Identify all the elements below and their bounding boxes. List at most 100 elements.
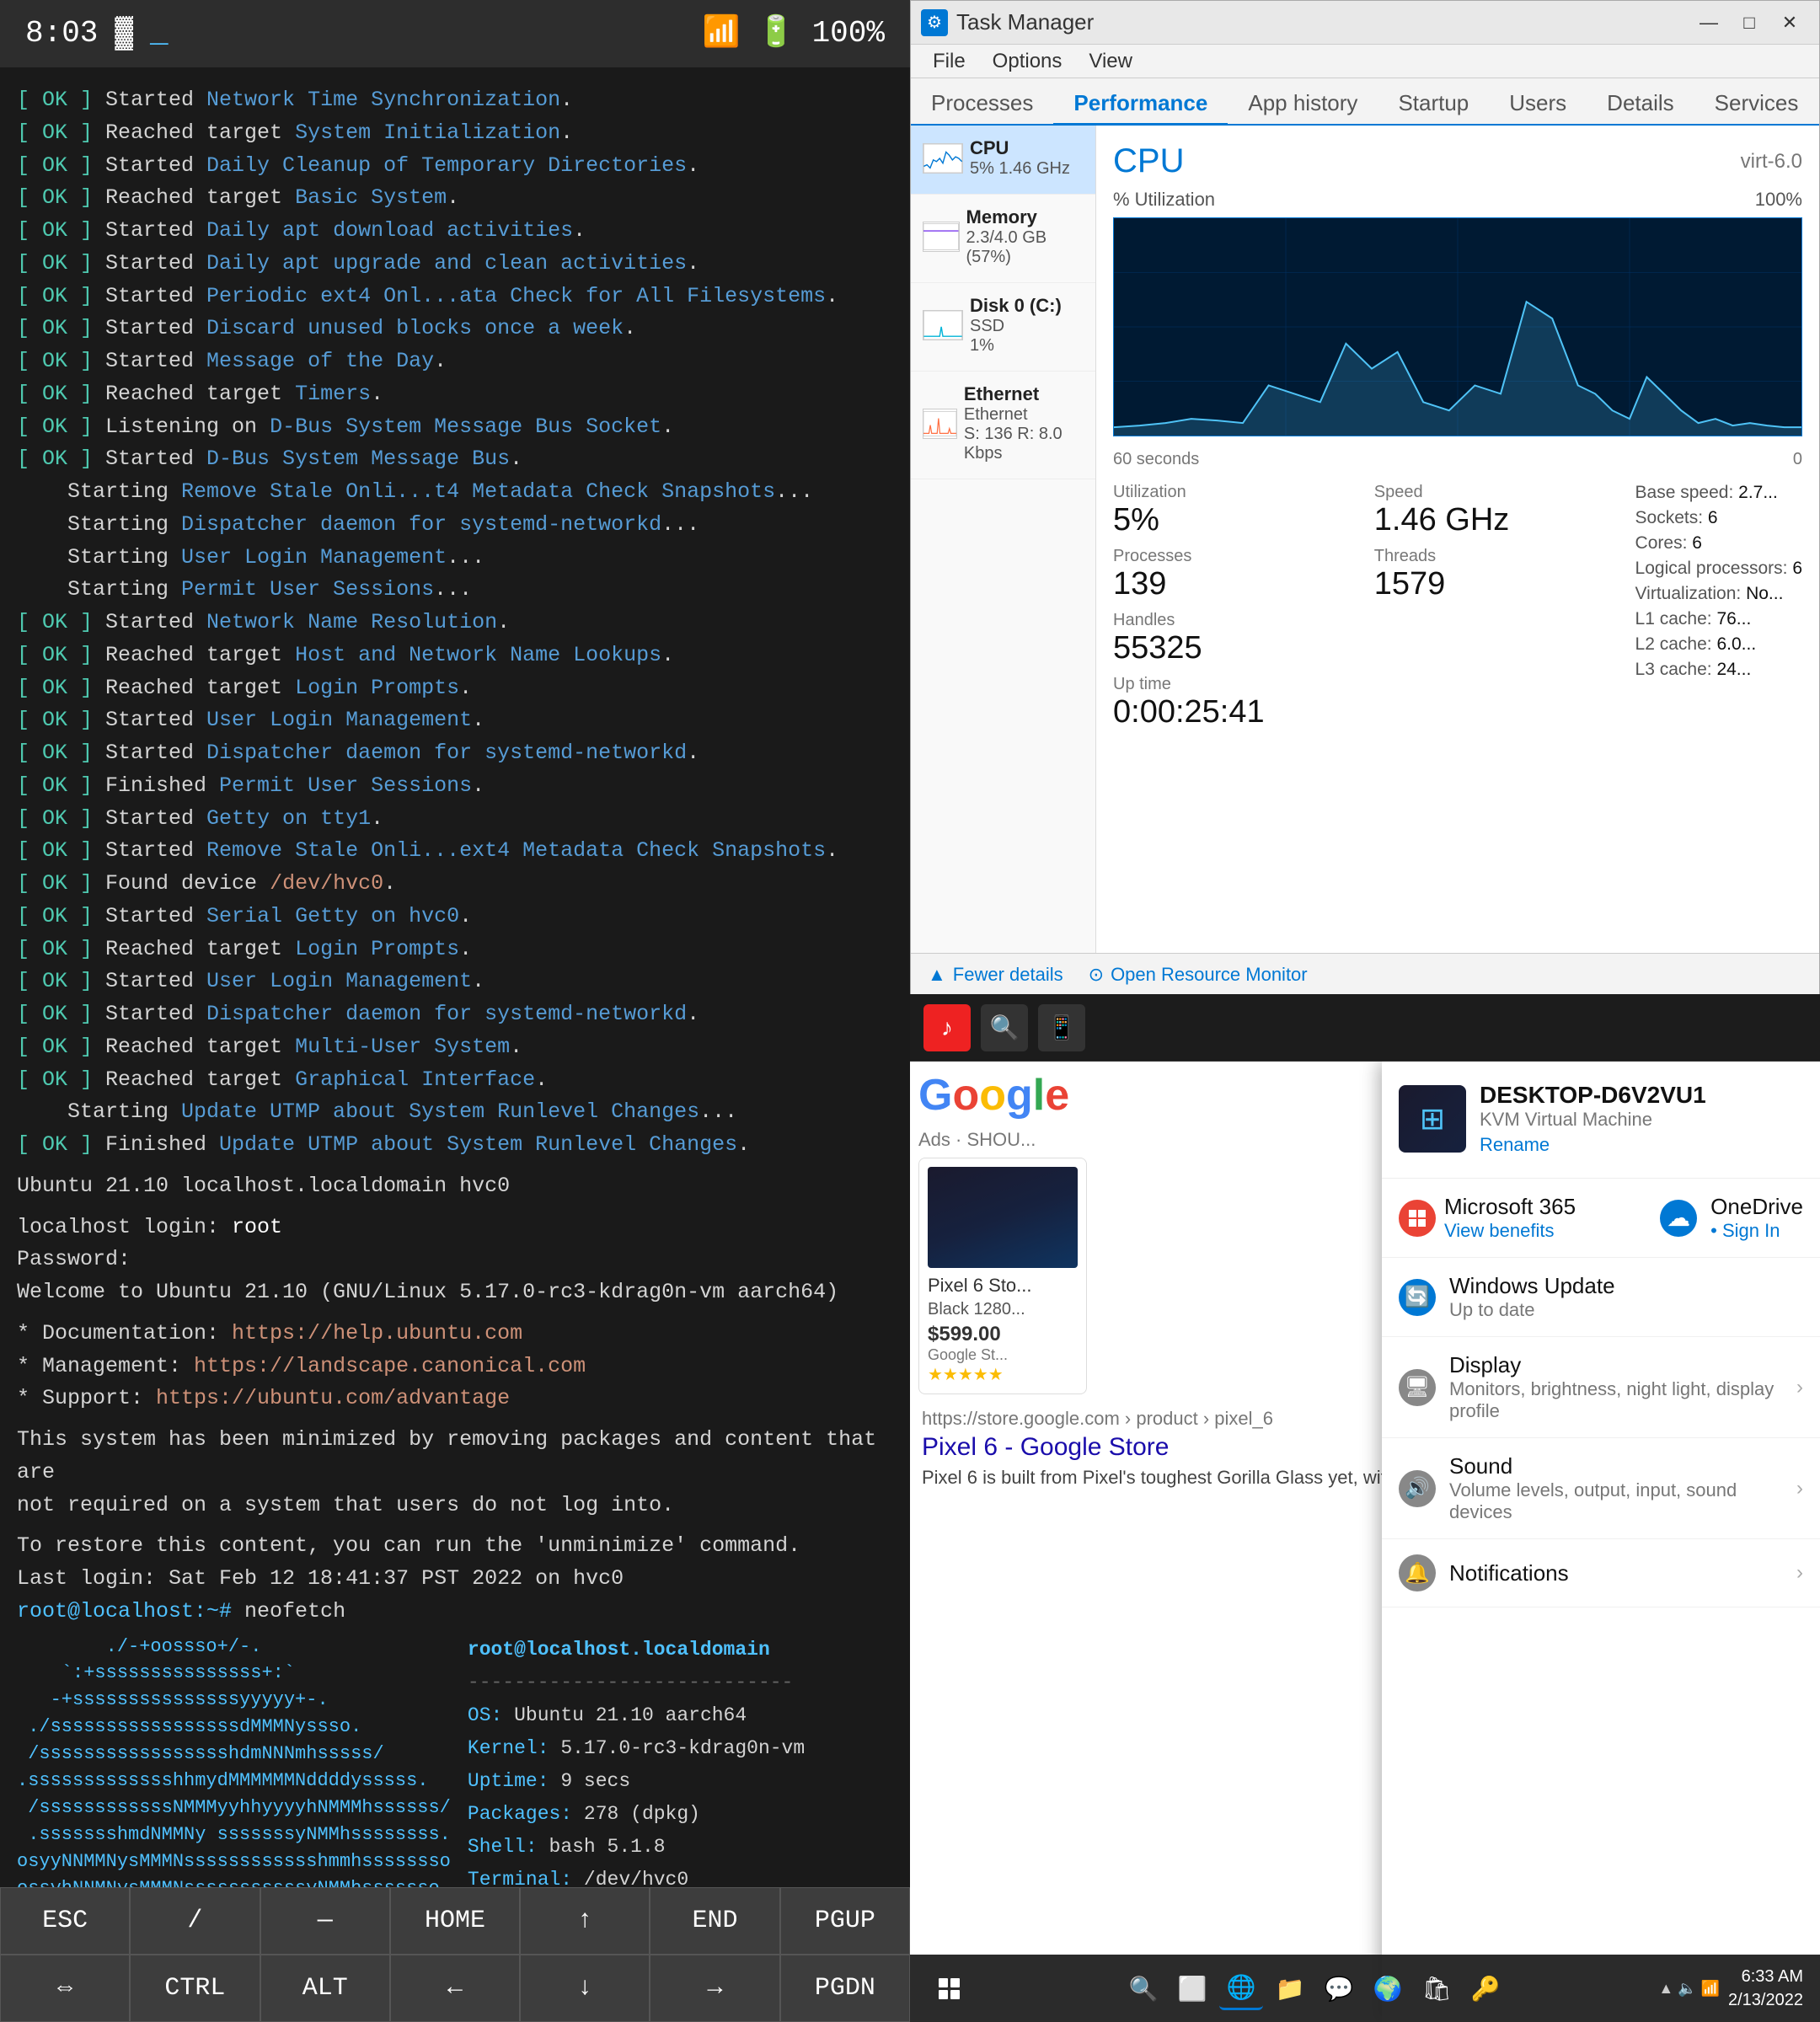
tm-window-title: Task Manager — [956, 9, 1094, 35]
settings-item-ms365[interactable]: Microsoft 365 View benefits ☁ OneDrive •… — [1382, 1179, 1820, 1258]
device-thumbnail: ⊞ — [1399, 1085, 1466, 1153]
key-row-1: ESC / — HOME ↑ END PGUP — [0, 1887, 910, 1955]
tab-app-history[interactable]: App history — [1228, 83, 1378, 126]
taskbar-edge-button[interactable]: 🌐 — [1219, 1966, 1263, 2010]
winupdate-title: Windows Update — [1449, 1273, 1803, 1299]
key-pgdn[interactable]: PGDN — [780, 1955, 910, 2022]
key-up[interactable]: ↑ — [520, 1887, 650, 1955]
tab-startup[interactable]: Startup — [1378, 83, 1489, 126]
key-right[interactable]: → — [650, 1955, 779, 2022]
tab-details[interactable]: Details — [1587, 83, 1694, 126]
tab-performance[interactable]: Performance — [1053, 83, 1228, 126]
tm-window-controls: — □ ✕ — [1689, 9, 1809, 36]
device-info: ⊞ DESKTOP-D6V2VU1 KVM Virtual Machine Re… — [1399, 1082, 1803, 1156]
product-card-pixel[interactable]: Pixel 6 Sto... Black 1280... $599.00 Goo… — [918, 1158, 1087, 1394]
key-dash[interactable]: — — [260, 1887, 390, 1955]
key-ctrl[interactable]: CTRL — [130, 1955, 260, 2022]
stat-handles: Handles 55325 — [1113, 611, 1357, 666]
key-slash[interactable]: / — [130, 1887, 260, 1955]
key-alt[interactable]: ALT — [260, 1955, 390, 2022]
key-down[interactable]: ↓ — [520, 1955, 650, 2022]
log-line: [ OK ] Finished Permit User Sessions. — [17, 770, 893, 803]
settings-item-display[interactable]: 🖥 Display Monitors, brightness, night li… — [1382, 1337, 1820, 1438]
terminal-panel: 8:03 ▓ _ 📶 🔋 100% [ OK ] Started Network… — [0, 0, 910, 2022]
sidebar-cpu-label: CPU — [970, 137, 1070, 159]
hostname-line: Ubuntu 21.10 localhost.localdomain hvc0 — [17, 1170, 893, 1203]
fewer-details-label: Fewer details — [953, 964, 1063, 986]
key-pgup[interactable]: PGUP — [780, 1887, 910, 1955]
win-start-button[interactable] — [927, 1966, 971, 2010]
doc-line: * Documentation: https://help.ubuntu.com — [17, 1318, 893, 1351]
taskbar-search-icon[interactable]: 🔍 — [981, 1004, 1028, 1051]
nf-sep: ---------------------------- — [468, 1666, 805, 1699]
stat-sockets: Sockets: 6 — [1635, 508, 1802, 528]
tm-sidebar: CPU 5% 1.46 GHz Memory 2.3 — [911, 126, 1096, 953]
terminal-indicator: ▓ — [115, 11, 133, 56]
taskbar-teams-button[interactable]: 💬 — [1317, 1966, 1361, 2010]
tab-services[interactable]: Services — [1694, 83, 1819, 126]
product-store: Google St... — [928, 1346, 1078, 1364]
tm-close-button[interactable]: ✕ — [1770, 9, 1809, 36]
taskbar-system-tray: ▲ 🔈 📶 — [1658, 1980, 1720, 1998]
key-row-2: ⇔ CTRL ALT ← ↓ → PGDN — [0, 1955, 910, 2022]
sidebar-ethernet-speed: S: 136 R: 8.0 Kbps — [964, 425, 1084, 463]
stat-speed: Speed 1.46 GHz — [1374, 483, 1619, 538]
settings-item-notifications[interactable]: 🔔 Notifications › — [1382, 1539, 1820, 1607]
status-bar: 8:03 ▓ _ 📶 🔋 100% — [0, 0, 910, 67]
stat-uptime-value: 0:00:25:41 — [1113, 694, 1619, 730]
rename-button[interactable]: Rename — [1480, 1134, 1706, 1156]
tm-menu-options[interactable]: Options — [979, 45, 1076, 78]
tm-maximize-button[interactable]: □ — [1730, 9, 1769, 36]
key-home[interactable]: HOME — [390, 1887, 520, 1955]
onedrive-icon: ☁ — [1660, 1200, 1697, 1237]
cpu-chart-time-label: 60 seconds — [1113, 450, 1199, 469]
taskbar-time: 6:33 AM — [1728, 1965, 1803, 1988]
key-esc[interactable]: ESC — [0, 1887, 130, 1955]
key-end[interactable]: END — [650, 1887, 779, 1955]
taskbar-store-button[interactable]: 🛍 — [1415, 1966, 1459, 2010]
taskbar-clock: 6:33 AM 2/13/2022 — [1728, 1965, 1803, 2012]
sidebar-item-disk[interactable]: Disk 0 (C:) SSD 1% — [911, 283, 1095, 372]
tm-body: CPU 5% 1.46 GHz Memory 2.3 — [911, 126, 1819, 953]
taskbar-search-button[interactable]: 🔍 — [1121, 1966, 1165, 2010]
neofetch-info: root@localhost.localdomain -------------… — [468, 1634, 805, 1888]
tab-users[interactable]: Users — [1489, 83, 1587, 126]
sidebar-item-memory[interactable]: Memory 2.3/4.0 GB (57%) — [911, 195, 1095, 283]
taskbar-browser2-button[interactable]: 🌍 — [1366, 1966, 1410, 2010]
sidebar-memory-value: 2.3/4.0 GB (57%) — [966, 228, 1084, 267]
tm-minimize-button[interactable]: — — [1689, 9, 1728, 36]
stat-threads-value: 1579 — [1374, 566, 1619, 602]
taskbar-explorer-button[interactable]: 📁 — [1268, 1966, 1312, 2010]
shell-indicator: _ — [150, 11, 169, 56]
log-line: [ OK ] Reached target Timers. — [17, 378, 893, 411]
battery-icon: 🔋 — [757, 11, 795, 56]
settings-item-sound[interactable]: 🔊 Sound Volume levels, output, input, so… — [1382, 1438, 1820, 1539]
support-line: * Support: https://ubuntu.com/advantage — [17, 1383, 893, 1415]
tab-processes[interactable]: Processes — [911, 83, 1053, 126]
taskbar-mail-button[interactable]: 🔑 — [1464, 1966, 1507, 2010]
mgmt-line: * Management: https://landscape.canonica… — [17, 1351, 893, 1383]
cpu-chart-zero: 0 — [1793, 450, 1802, 469]
nf-kernel: Kernel: 5.17.0-rc3-kdrag0n-vm — [468, 1732, 805, 1765]
sidebar-item-cpu[interactable]: CPU 5% 1.46 GHz — [911, 126, 1095, 195]
display-text: Display Monitors, brightness, night ligh… — [1449, 1352, 1783, 1422]
stat-utilization: Utilization 5% — [1113, 483, 1357, 538]
settings-item-winupdate[interactable]: 🔄 Windows Update Up to date — [1382, 1258, 1820, 1337]
cpu-stats-left: Utilization 5% Speed 1.46 GHz Processes … — [1113, 483, 1619, 730]
key-left[interactable]: ← — [390, 1955, 520, 2022]
fewer-details-button[interactable]: ▲ Fewer details — [928, 964, 1063, 986]
display-icon: 🖥 — [1399, 1369, 1436, 1406]
log-line: [ OK ] Finished Update UTMP about System… — [17, 1129, 893, 1162]
display-title: Display — [1449, 1352, 1783, 1378]
tm-menu-file[interactable]: File — [919, 45, 979, 78]
taskbar-pixel-icon[interactable]: 📱 — [1038, 1004, 1085, 1051]
key-special[interactable]: ⇔ — [0, 1955, 130, 2022]
keyboard-bar: ESC / — HOME ↑ END PGUP ⇔ CTRL ALT ← ↓ →… — [0, 1887, 910, 2022]
music-icon[interactable]: ♪ — [923, 1004, 971, 1051]
win-taskbar-center: 🔍 ⬜ 🌐 📁 💬 🌍 🛍 🔑 — [1121, 1966, 1507, 2010]
sidebar-item-ethernet[interactable]: Ethernet Ethernet S: 136 R: 8.0 Kbps — [911, 372, 1095, 479]
open-resource-monitor-button[interactable]: ⊙ Open Resource Monitor — [1089, 964, 1308, 986]
tm-menu-view[interactable]: View — [1075, 45, 1146, 78]
log-line: [ OK ] Started Message of the Day. — [17, 345, 893, 378]
taskbar-taskview-button[interactable]: ⬜ — [1170, 1966, 1214, 2010]
